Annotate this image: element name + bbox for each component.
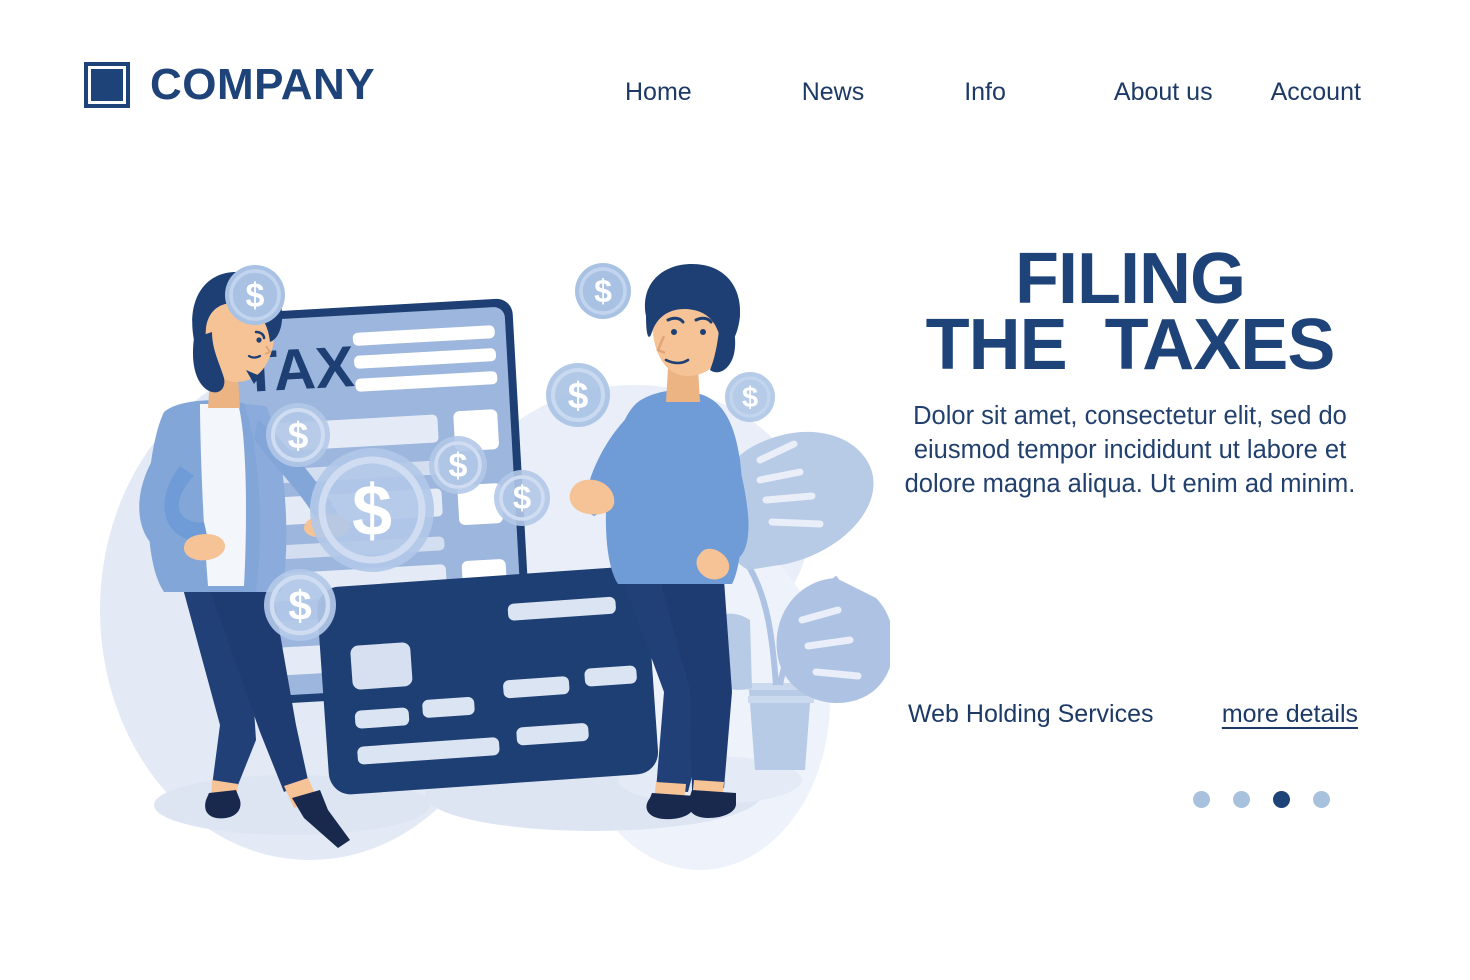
hero-footer: Web Holding Services more details — [908, 700, 1358, 729]
svg-text:$: $ — [742, 382, 758, 414]
svg-text:$: $ — [352, 471, 392, 551]
page-title-line-1: FILING — [1015, 239, 1246, 319]
square-logo-icon — [84, 62, 130, 108]
page-title: FILING THE TAXES — [890, 239, 1370, 386]
coin: $ — [429, 436, 487, 494]
coin: $ — [494, 470, 550, 526]
svg-text:$: $ — [288, 582, 311, 629]
nav-item-account[interactable]: Account — [1271, 78, 1361, 107]
main-navigation: Home News Info About us Account — [625, 78, 1361, 107]
nav-item-news[interactable]: News — [802, 78, 865, 107]
coin: $ — [225, 265, 285, 325]
carousel-dot-1[interactable] — [1193, 791, 1210, 808]
carousel-dots — [1193, 791, 1330, 808]
brand-name: COMPANY — [150, 60, 376, 109]
svg-text:$: $ — [594, 273, 612, 309]
carousel-dot-3[interactable] — [1273, 791, 1290, 808]
coin: $ — [575, 263, 631, 319]
nav-item-about-us[interactable]: About us — [1114, 78, 1213, 107]
credit-card — [317, 566, 659, 795]
svg-text:$: $ — [288, 415, 309, 456]
svg-text:$: $ — [449, 447, 468, 485]
coin: $ — [725, 372, 775, 422]
more-details-link[interactable]: more details — [1222, 700, 1358, 729]
site-header: COMPANY Home News Info About us Account — [0, 0, 1470, 160]
hero-copy: FILING THE TAXES Dolor sit amet, consect… — [890, 239, 1370, 502]
hero-illustration: TAX $ $ $ $ $ $ $ $ $ — [60, 180, 890, 880]
coin: $ — [266, 403, 330, 467]
carousel-dot-2[interactable] — [1233, 791, 1250, 808]
svg-text:$: $ — [246, 277, 265, 315]
services-label: Web Holding Services — [908, 700, 1154, 728]
nav-item-info[interactable]: Info — [964, 78, 1006, 107]
coin: $ — [546, 363, 610, 427]
brand-logo[interactable]: COMPANY — [84, 62, 375, 108]
hero-subtitle: Dolor sit amet, consectetur elit, sed do… — [904, 402, 1356, 499]
coin: $ — [264, 569, 336, 641]
svg-text:$: $ — [568, 375, 589, 416]
page-title-line-2: THE TAXES — [925, 305, 1336, 386]
landing-page: COMPANY Home News Info About us Account — [0, 0, 1470, 980]
nav-item-home[interactable]: Home — [625, 78, 692, 107]
carousel-dot-4[interactable] — [1313, 791, 1330, 808]
coin-large: $ — [310, 448, 434, 572]
svg-text:$: $ — [513, 479, 531, 516]
